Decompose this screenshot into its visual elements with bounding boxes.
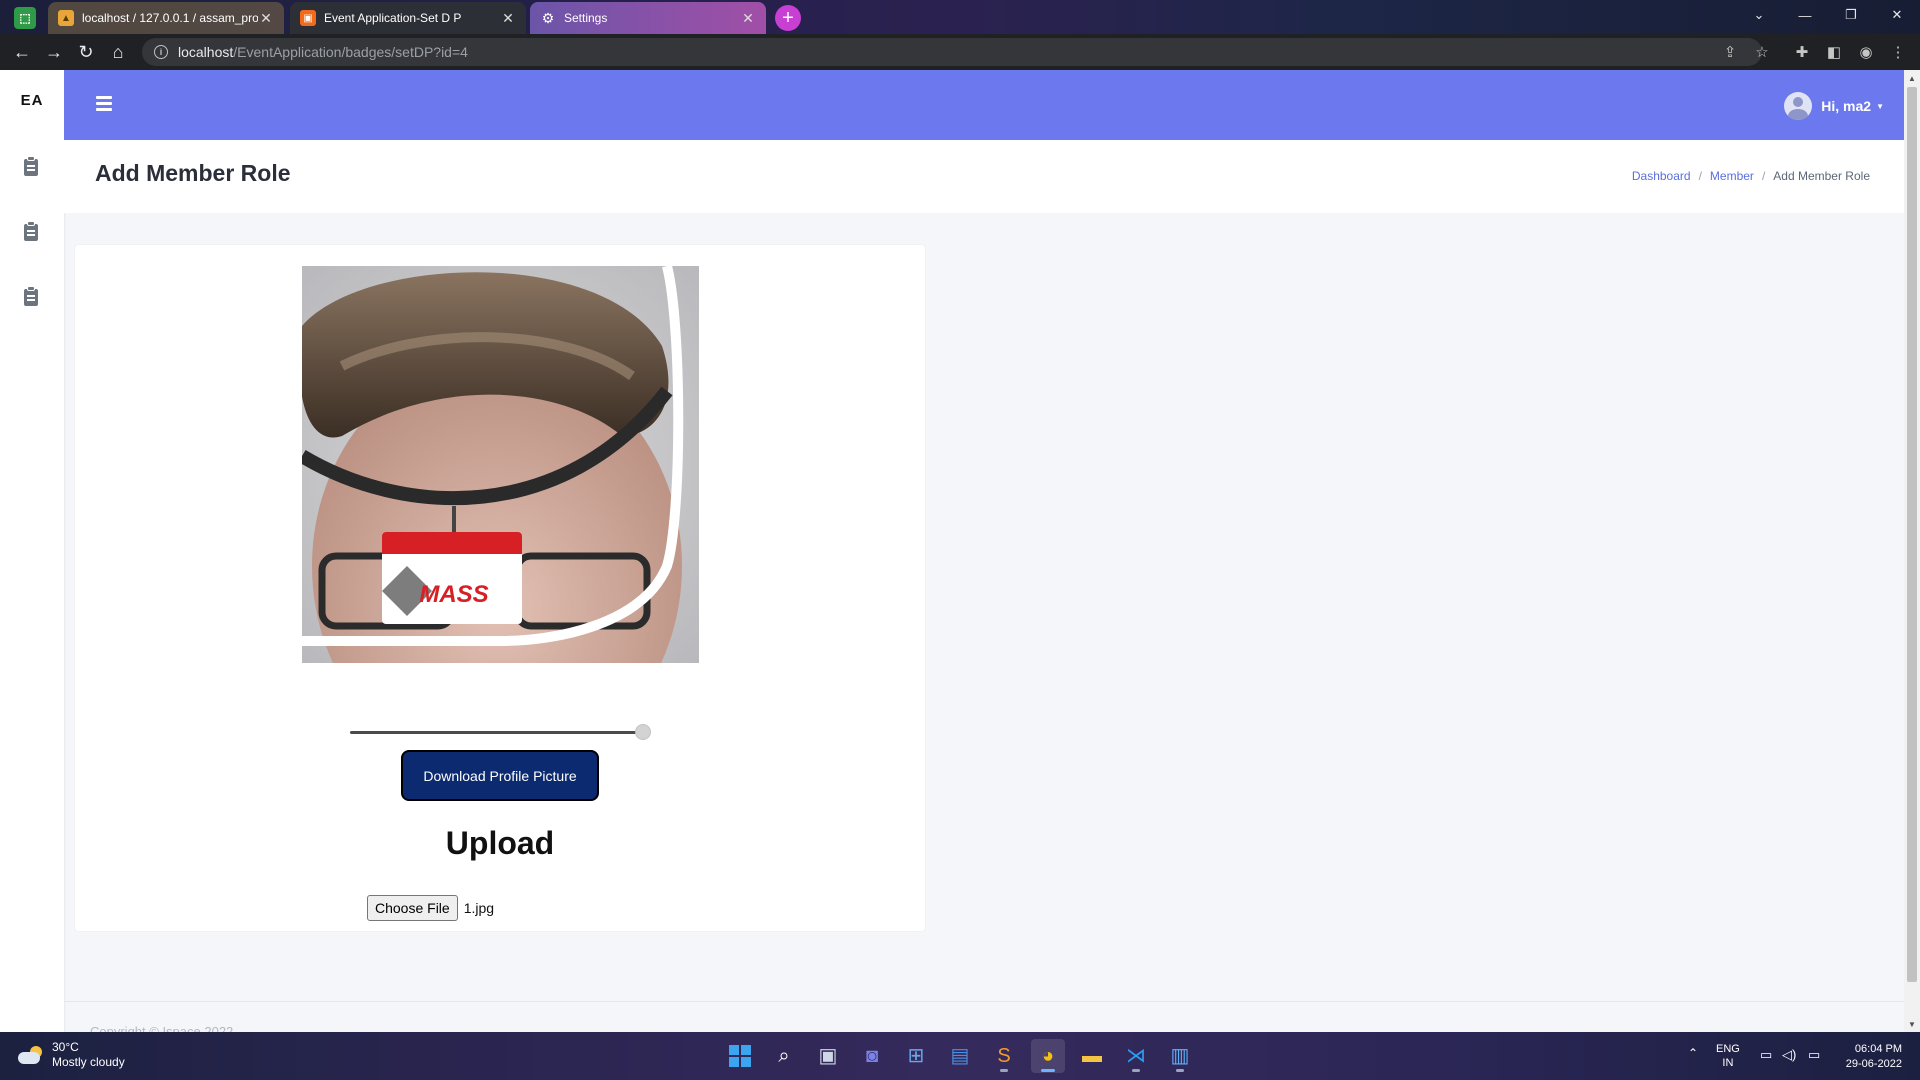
share-icon[interactable]: ⇪ <box>1716 38 1744 66</box>
browser-toolbar: ← → ↻ ⌂ i localhost/EventApplication/bad… <box>0 34 1920 70</box>
new-tab-button[interactable]: + <box>775 5 801 31</box>
clock-time: 06:04 PM <box>1854 1043 1902 1055</box>
search-icon[interactable]: ⌕ <box>767 1039 801 1073</box>
close-icon[interactable]: ✕ <box>258 10 274 26</box>
upload-heading: Upload <box>445 825 555 861</box>
page-scrollbar[interactable]: ▲ ▼ <box>1904 70 1920 1032</box>
clipboard-icon[interactable] <box>22 286 42 308</box>
tray-chevron-up-icon[interactable]: ⌃ <box>1688 1046 1698 1060</box>
remote-desktop-icon[interactable]: ▤ <box>943 1039 977 1073</box>
tab-list-chevron-icon[interactable]: ⌄ <box>1736 0 1782 30</box>
avatar <box>1784 92 1813 120</box>
language-code: ENG <box>1716 1043 1740 1055</box>
forward-icon[interactable]: → <box>40 38 68 66</box>
minimize-button[interactable]: — <box>1782 0 1828 30</box>
extensions-icon[interactable]: ✚ <box>1788 38 1816 66</box>
user-greeting: Hi, ma2 <box>1821 98 1872 114</box>
weather-cloudy-icon <box>18 1046 44 1064</box>
phpmyadmin-icon: ▲ <box>58 10 74 26</box>
weather-description: Mostly cloudy <box>52 1055 125 1069</box>
tab-settings[interactable]: ⚙ Settings ✕ <box>530 2 766 34</box>
chrome-icon[interactable]: ◕ <box>1031 1039 1065 1073</box>
zoom-slider[interactable] <box>350 731 643 734</box>
scroll-down-icon[interactable]: ▼ <box>1904 1016 1920 1032</box>
badge-photo-image: MASS <box>302 266 699 663</box>
windows-taskbar: 30°C Mostly cloudy ⌕ ▣ ◙ ⊞ ▤ S ◕ ▬ ⋊ ▥ ⌃… <box>0 1032 1920 1080</box>
language-indicator[interactable]: ENG IN <box>1716 1042 1740 1070</box>
file-explorer-icon[interactable]: ▬ <box>1075 1039 1109 1073</box>
footer-copyright: Copyright © Ispace 2022 <box>90 1024 234 1032</box>
tab-search-icon[interactable]: ⬚ <box>14 7 36 29</box>
close-icon[interactable]: ✕ <box>740 10 756 26</box>
user-menu[interactable]: Hi, ma2 ▼ <box>1784 92 1884 120</box>
breadcrumb-separator: / <box>1698 169 1702 183</box>
sublime-text-icon[interactable]: S <box>987 1039 1021 1073</box>
profile-picture-card: MASS Download Profile Picture Upload Cho… <box>75 245 925 931</box>
chat-icon[interactable]: ◙ <box>855 1039 889 1073</box>
clipboard-icon[interactable] <box>22 221 42 243</box>
url-host: localhost <box>178 44 234 60</box>
breadcrumb: Dashboard / Member / Add Member Role <box>1632 169 1870 183</box>
scroll-up-icon[interactable]: ▲ <box>1904 70 1920 86</box>
selected-file-name: 1.jpg <box>463 900 495 916</box>
notepad-icon[interactable]: ▥ <box>1163 1039 1197 1073</box>
hamburger-menu-icon[interactable] <box>96 96 112 111</box>
side-panel-icon[interactable]: ◧ <box>1820 38 1848 66</box>
tab-title: Event Application-Set D P <box>324 11 462 25</box>
breadcrumb-dashboard[interactable]: Dashboard <box>1632 169 1691 183</box>
breadcrumb-current: Add Member Role <box>1773 169 1870 183</box>
breadcrumb-separator: / <box>1761 169 1766 183</box>
top-navbar: Hi, ma2 ▼ <box>64 70 1904 140</box>
url-path: /EventApplication/badges/setDP?id=4 <box>233 44 468 60</box>
region-code: IN <box>1722 1057 1734 1069</box>
choose-file-button[interactable]: Choose File <box>367 895 458 921</box>
file-upload-input[interactable]: Choose File 1.jpg <box>367 895 494 921</box>
bookmark-star-icon[interactable]: ☆ <box>1748 38 1776 66</box>
tab-title: Settings <box>564 11 608 25</box>
address-bar[interactable]: i localhost/EventApplication/badges/setD… <box>142 38 1762 66</box>
menu-dots-icon[interactable]: ⋮ <box>1884 38 1912 66</box>
brand-logo[interactable]: EA <box>0 92 64 109</box>
breadcrumb-member[interactable]: Member <box>1710 169 1754 183</box>
tab-event-application[interactable]: ▣ Event Application-Set D P ✕ <box>290 2 526 34</box>
vscode-icon[interactable]: ⋊ <box>1119 1039 1153 1073</box>
clock-date: 29-06-2022 <box>1845 1058 1902 1070</box>
profile-icon[interactable]: ◉ <box>1852 38 1880 66</box>
system-clock[interactable]: 06:04 PM 29-06-2022 <box>1846 1042 1902 1072</box>
battery-icon[interactable]: ▭ <box>1808 1048 1820 1062</box>
volume-icon[interactable]: ◁) <box>1782 1048 1796 1062</box>
scrollbar-thumb[interactable] <box>1907 87 1917 982</box>
back-icon[interactable]: ← <box>8 38 36 66</box>
task-view-icon[interactable]: ▣ <box>811 1039 845 1073</box>
clipboard-icon[interactable] <box>22 156 42 178</box>
restore-button[interactable]: ❐ <box>1828 0 1874 30</box>
close-window-button[interactable]: ✕ <box>1874 0 1920 30</box>
page-title: Add Member Role <box>95 160 291 186</box>
site-info-icon[interactable]: i <box>154 45 168 59</box>
tab-title: localhost / 127.0.0.1 / assam_pro <box>82 11 258 25</box>
weather-temperature: 30°C <box>52 1040 79 1054</box>
badge-logo-text: MASS <box>419 581 488 608</box>
tab-phpmyadmin[interactable]: ▲ localhost / 127.0.0.1 / assam_pro ✕ <box>48 2 284 34</box>
gear-icon: ⚙ <box>541 9 555 26</box>
download-profile-picture-button[interactable]: Download Profile Picture <box>401 750 599 801</box>
sidebar: EA <box>0 70 64 1032</box>
close-icon[interactable]: ✕ <box>500 10 516 26</box>
reload-icon[interactable]: ↻ <box>72 38 100 66</box>
home-icon[interactable]: ⌂ <box>104 38 132 66</box>
weather-widget[interactable]: 30°C Mostly cloudy <box>18 1040 125 1070</box>
caret-down-icon: ▼ <box>1876 101 1884 111</box>
page-header: Add Member Role Dashboard / Member / Add… <box>64 140 1904 213</box>
browser-tab-strip: ⬚ ▲ localhost / 127.0.0.1 / assam_pro ✕ … <box>0 0 1920 34</box>
network-app-icon[interactable]: ⊞ <box>899 1039 933 1073</box>
zoom-slider-handle[interactable] <box>635 724 651 740</box>
network-icon[interactable]: ▭ <box>1760 1048 1772 1062</box>
footer-divider <box>64 1001 1904 1002</box>
profile-picture-preview: MASS <box>302 266 699 663</box>
windows-start-icon[interactable] <box>723 1039 757 1073</box>
app-favicon-icon: ▣ <box>300 10 316 26</box>
page-viewport: EA Hi, ma2 ▼ Add Member Role Dashboard /… <box>0 70 1920 1032</box>
